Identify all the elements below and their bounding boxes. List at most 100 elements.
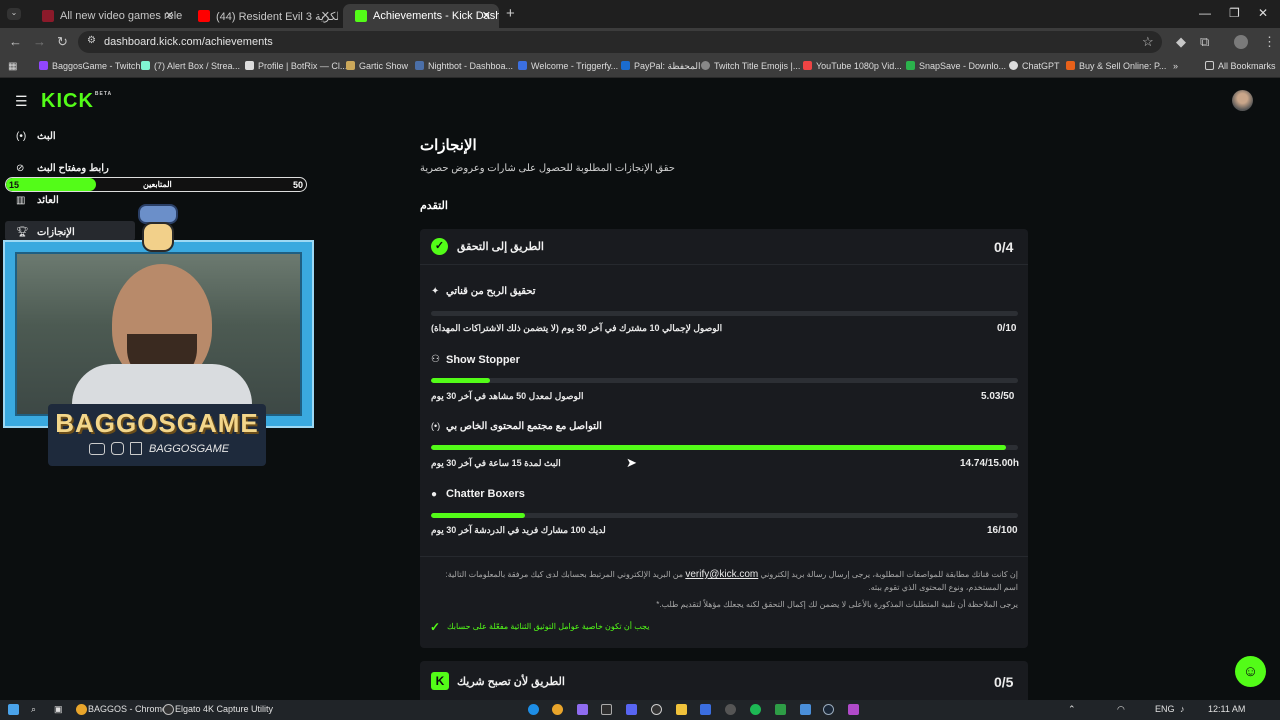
section-heading: التقدم bbox=[420, 200, 448, 212]
tab-search-icon[interactable]: ⌄ bbox=[7, 8, 21, 20]
capcut-icon[interactable] bbox=[601, 704, 612, 715]
bookmark-item[interactable]: Gartic Show bbox=[346, 61, 408, 71]
bookmark-item[interactable]: ChatGPT bbox=[1009, 61, 1060, 71]
gartic-icon bbox=[346, 61, 355, 70]
site-favicon-icon bbox=[42, 10, 54, 22]
botrix-icon bbox=[245, 61, 254, 70]
sidebar-item-achievements[interactable]: الإنجازات bbox=[37, 227, 75, 238]
edge-icon[interactable] bbox=[528, 704, 539, 715]
back-icon[interactable]: ← bbox=[9, 34, 22, 49]
url-text[interactable]: dashboard.kick.com/achievements bbox=[104, 36, 273, 48]
bookmark-item[interactable]: Welcome - Triggerfy... bbox=[518, 61, 618, 71]
twitch-icon bbox=[39, 61, 48, 70]
sparkle-icon: ✦ bbox=[431, 286, 440, 297]
tab-youtube[interactable]: (44) Resident Evil 3 اللعبة الكرية ✕ bbox=[186, 4, 338, 28]
new-tab-button[interactable]: + bbox=[506, 5, 515, 22]
more-bookmarks-icon[interactable]: » bbox=[1173, 61, 1178, 71]
app-purple-icon[interactable] bbox=[848, 704, 859, 715]
twitch-icon bbox=[130, 442, 142, 455]
taskbar-language[interactable]: ENG bbox=[1155, 704, 1175, 714]
app-green-icon[interactable] bbox=[775, 704, 786, 715]
verification-note: إن كانت قناتك مطابقة للمواصفات المطلوبة،… bbox=[430, 568, 1018, 594]
eligibility-note: يرجى الملاحظة أن تلبية المتطلبات المذكور… bbox=[656, 600, 1018, 609]
achievement-description: لديك 100 مشارك فريد في الدردشة آخر 30 يو… bbox=[431, 525, 606, 535]
bookmark-item[interactable]: PayPal: المحفظة bbox=[621, 61, 701, 72]
bookmark-item[interactable]: Twitch Title Emojis |... bbox=[701, 61, 800, 71]
tray-overflow-icon[interactable]: ⌃ bbox=[1068, 704, 1076, 715]
globe-icon bbox=[701, 61, 710, 70]
bookmark-item[interactable]: Buy & Sell Online: P... bbox=[1066, 61, 1166, 71]
mascot-controller bbox=[138, 204, 178, 224]
discord-icon[interactable] bbox=[626, 704, 637, 715]
bookmark-item[interactable]: SnapSave - Downlo... bbox=[906, 61, 1006, 71]
triggerfyre-icon bbox=[518, 61, 527, 70]
reload-icon[interactable]: ↻ bbox=[57, 34, 68, 50]
bookmark-item[interactable]: Profile | BotRix — Cl... bbox=[245, 61, 347, 71]
copilot-icon[interactable] bbox=[577, 704, 588, 715]
follower-goal-current: 15 bbox=[9, 180, 20, 190]
sidebar-item-stream-key[interactable]: رابط ومفتاح البث bbox=[37, 163, 109, 174]
site-info-icon[interactable]: ⚙ bbox=[87, 35, 96, 46]
extensions-puzzle-icon[interactable]: ⧉ bbox=[1200, 34, 1209, 50]
close-tab-icon[interactable]: ✕ bbox=[165, 9, 174, 22]
sidebar-item-revenue[interactable]: العائد bbox=[37, 195, 59, 206]
chatgpt-icon bbox=[1009, 61, 1018, 70]
minimize-icon[interactable]: — bbox=[1199, 6, 1211, 20]
restore-icon[interactable]: ❐ bbox=[1229, 6, 1240, 20]
close-window-icon[interactable]: ✕ bbox=[1258, 6, 1268, 20]
achievement-value: 14.74/15.00h bbox=[960, 458, 1019, 469]
user-avatar[interactable] bbox=[1232, 90, 1253, 111]
apps-grid-icon[interactable]: ▦ bbox=[8, 61, 17, 72]
app-circle-icon[interactable] bbox=[725, 704, 736, 715]
follower-goal-fill bbox=[6, 178, 96, 191]
chat-bubble-icon: ● bbox=[431, 489, 438, 500]
tab-video-games[interactable]: All new video games releasing ✕ bbox=[30, 4, 182, 28]
profile-avatar-icon[interactable] bbox=[1234, 35, 1248, 49]
snapsave-icon bbox=[906, 61, 915, 70]
all-bookmarks-folder[interactable]: All Bookmarks bbox=[1205, 61, 1276, 71]
hamburger-menu-icon[interactable]: ☰ bbox=[15, 93, 28, 110]
sidebar-item-stream[interactable]: البث bbox=[37, 131, 56, 142]
photos-icon[interactable] bbox=[800, 704, 811, 715]
kick-logo[interactable]: KICKBETA bbox=[41, 90, 112, 113]
achievement-progress-bar bbox=[431, 378, 1018, 383]
achievement-value: 16/100 bbox=[987, 525, 1018, 536]
follower-goal-target: 50 bbox=[293, 180, 304, 190]
steam-icon[interactable] bbox=[823, 704, 834, 715]
bookmark-item[interactable]: BaggosGame - Twitch bbox=[39, 61, 140, 71]
group-score: 0/4 bbox=[994, 239, 1014, 255]
file-explorer-icon[interactable] bbox=[676, 704, 687, 715]
speaker-icon[interactable]: ♪ bbox=[1180, 704, 1185, 714]
close-tab-icon[interactable]: ✕ bbox=[321, 9, 330, 22]
bookmark-item[interactable]: YouTube 1080p Vid... bbox=[803, 61, 902, 71]
close-tab-icon[interactable]: ✕ bbox=[482, 9, 491, 22]
taskbar-elgato-app[interactable]: Elgato 4K Capture Utility bbox=[175, 704, 273, 714]
bookmark-star-icon[interactable]: ☆ bbox=[1142, 34, 1154, 50]
note-text-pre: إن كانت قناتك مطابقة للمواصفات المطلوبة،… bbox=[760, 570, 1019, 579]
browser-tab-bar: ⌄ All new video games releasing ✕ (44) R… bbox=[0, 0, 1280, 28]
trophy-icon: 🏆︎ bbox=[16, 227, 29, 238]
extension-diamond-icon[interactable]: ◆ bbox=[1176, 34, 1186, 50]
verified-badge-icon: ✓ bbox=[431, 238, 448, 255]
spotify-icon[interactable] bbox=[750, 704, 761, 715]
windows-start-icon[interactable] bbox=[8, 704, 19, 715]
tab-achievements[interactable]: Achievements - Kick Dashboard ✕ bbox=[343, 4, 499, 28]
bookmark-item[interactable]: Nightbot - Dashboa... bbox=[415, 61, 513, 71]
support-chat-button[interactable]: ☺ bbox=[1235, 656, 1266, 687]
achievement-value: 0/10 bbox=[997, 323, 1017, 334]
task-view-icon[interactable]: ▣ bbox=[54, 704, 63, 715]
search-icon[interactable]: ⌕ bbox=[31, 704, 36, 715]
forward-icon[interactable]: → bbox=[33, 34, 46, 49]
taskbar-chrome-app[interactable]: BAGGOS - Chrome bbox=[88, 704, 167, 714]
group-score: 0/5 bbox=[994, 674, 1014, 690]
verify-email-link[interactable]: verify@kick.com bbox=[685, 569, 758, 580]
page-title: الإنجازات bbox=[420, 137, 477, 154]
browser-menu-icon[interactable]: ⋮ bbox=[1263, 34, 1276, 50]
taskbar-clock[interactable]: 12:11 AM bbox=[1208, 704, 1245, 714]
instagram-icon bbox=[111, 442, 124, 455]
bookmark-item[interactable]: (7) Alert Box / Strea... bbox=[141, 61, 240, 71]
chrome-pinned-icon[interactable] bbox=[552, 704, 563, 715]
obs-icon[interactable] bbox=[651, 704, 662, 715]
achievement-title: Chatter Boxers bbox=[446, 488, 525, 500]
app-blue-icon[interactable] bbox=[700, 704, 711, 715]
